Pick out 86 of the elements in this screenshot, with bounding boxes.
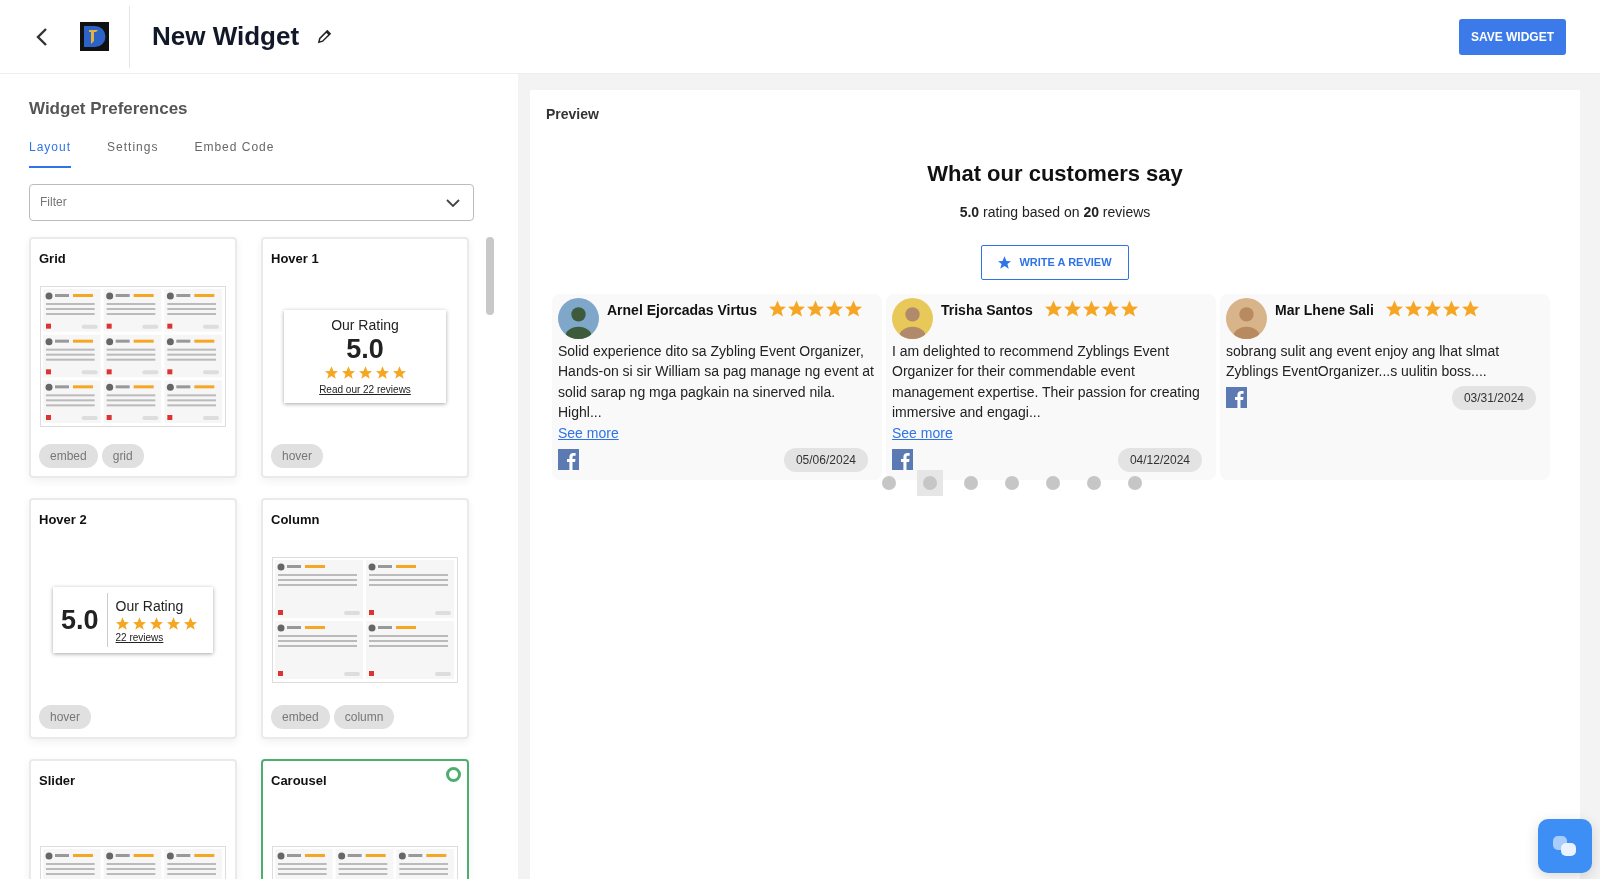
review-text: sobrang sulit ang event enjoy ang lhat slmat Zyblings EventOrganizer...s uulitin boss.... [1226, 341, 1501, 381]
layout-card[interactable]: Hover 1 Our Rating 5.0 Read our 22 reviews hover [261, 236, 469, 478]
pencil-icon[interactable] [317, 29, 333, 44]
chat-button[interactable] [1538, 819, 1592, 873]
star-icon [375, 366, 389, 379]
tag: embed [271, 704, 330, 729]
reviewer-name: Mar Lhene Sali [1275, 300, 1374, 320]
star-icon [183, 616, 197, 630]
selected-indicator [446, 766, 461, 782]
star-icon [1082, 299, 1100, 317]
star-icon [768, 299, 786, 317]
tab[interactable]: Layout [29, 129, 72, 168]
tab[interactable]: Embed Code [194, 129, 275, 168]
star-icon [998, 255, 1012, 269]
review-date: 05/06/2024 [783, 447, 868, 472]
card-title: Slider [39, 771, 76, 790]
star-icon [115, 616, 129, 630]
write-review-button[interactable]: WRITE A REVIEW [981, 245, 1129, 280]
save-widget-button[interactable]: SAVE WIDGET [1458, 18, 1566, 55]
card-title: Carousel [271, 771, 327, 790]
facebook-icon [1226, 387, 1247, 408]
reviewer-name: Arnel Ejorcadas Virtus [607, 300, 757, 320]
panel-title: Widget Preferences [29, 98, 189, 120]
star-icon [1063, 299, 1081, 317]
star-icon [166, 616, 180, 630]
rating-label: Our Rating [115, 596, 185, 616]
reviews-link[interactable]: 22 reviews [115, 629, 197, 645]
star-icon [149, 616, 163, 630]
reviewer-name: Trisha Santos [941, 300, 1033, 320]
filter-field[interactable]: Filter [29, 183, 474, 221]
layout-card[interactable]: Column embed column [261, 497, 469, 739]
layout-card[interactable]: Slider [29, 758, 237, 879]
tag: hover [271, 443, 324, 468]
star-icon [1442, 299, 1460, 317]
star-icon [1404, 299, 1422, 317]
tag: hover [39, 704, 92, 729]
star-icon [844, 299, 862, 317]
tab[interactable]: Settings [107, 129, 159, 168]
rating-label: Our Rating [331, 316, 399, 335]
star-icon [787, 299, 805, 317]
reviews-link[interactable]: Read our 22 reviews [319, 382, 411, 397]
see-more-link[interactable]: See more [558, 422, 619, 444]
rating-summary: 5.0 rating based on 20 reviews [959, 203, 1151, 222]
star-icon [1461, 299, 1479, 317]
star-icon [1385, 299, 1403, 317]
star-icon [132, 616, 146, 630]
review-text: I am delighted to recommend Zyblings Event Organizer for their commendable event management expertise. Their passion for creating immersive and engagi... [892, 341, 1201, 422]
card-title: Column [271, 510, 320, 529]
star-icon [324, 366, 338, 379]
review-text: Solid experience dito sa Zybling Event Organizer, Hands-on si sir William sa pag manage ng event at solid sarap ng mga pagkain na sinerved nila. Highl... [558, 341, 875, 422]
layout-card[interactable]: Carousel [261, 758, 469, 879]
star-icon [1101, 299, 1119, 317]
star-icon [1423, 299, 1441, 317]
page-title: New Widget [152, 20, 300, 53]
rating-value: 5.0 [61, 593, 108, 647]
tag: grid [101, 443, 144, 468]
tag: column [333, 704, 395, 729]
layout-card[interactable]: Grid embed grid [29, 236, 237, 478]
avatar [892, 297, 933, 339]
card-title: Grid [39, 249, 66, 268]
review-date: 04/12/2024 [1117, 447, 1202, 472]
preview-title: Preview [546, 105, 600, 124]
facebook-icon [892, 449, 913, 470]
star-icon [1044, 299, 1062, 317]
layout-card[interactable]: Hover 2 5.0 Our Rating 22 reviews hover [29, 497, 237, 739]
avatar [558, 297, 599, 339]
star-icon [825, 299, 843, 317]
tag: embed [39, 443, 98, 468]
star-icon [806, 299, 824, 317]
chevron-down-icon[interactable] [446, 198, 460, 207]
scrollbar-thumb[interactable] [486, 236, 494, 315]
review-date: 03/31/2024 [1451, 385, 1536, 410]
card-title: Hover 2 [39, 510, 87, 529]
back-icon[interactable] [36, 26, 48, 47]
star-icon [358, 366, 372, 379]
widget-heading: What our customers say [927, 160, 1183, 188]
rating-value: 5.0 [346, 336, 384, 363]
see-more-link[interactable]: See more [892, 422, 953, 444]
card-title: Hover 1 [271, 249, 319, 268]
avatar [1226, 297, 1267, 339]
star-icon [341, 366, 355, 379]
star-icon [1120, 299, 1138, 317]
chat-icon [1551, 834, 1579, 859]
logo-icon [80, 22, 109, 51]
star-icon [392, 366, 406, 379]
facebook-icon [558, 449, 579, 470]
